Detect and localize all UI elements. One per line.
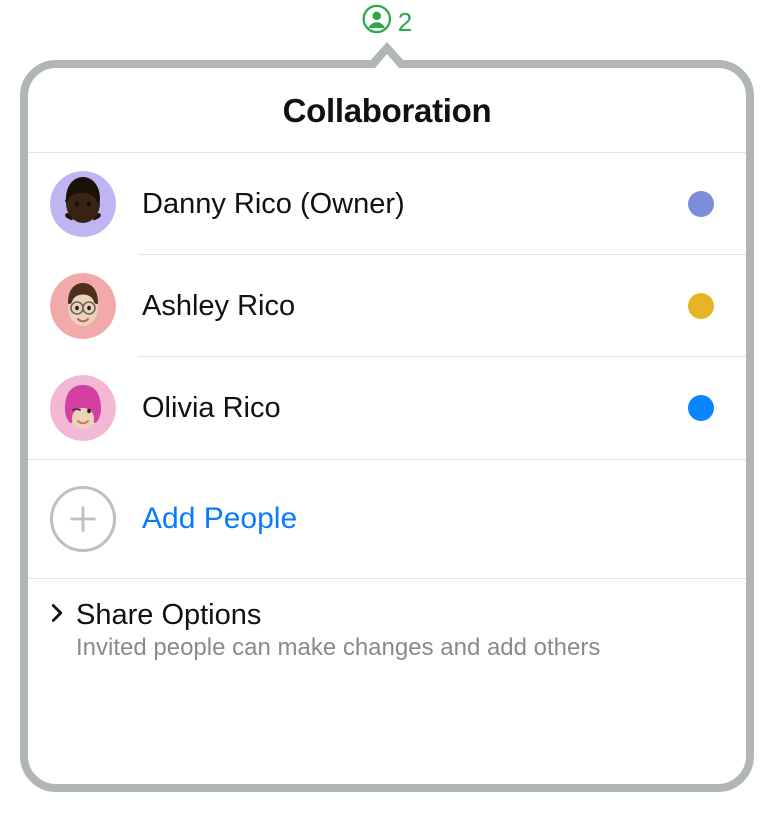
plus-icon [50,486,116,552]
avatar [50,273,116,339]
collaborator-row[interactable]: Ashley Rico [28,255,746,357]
collaborator-name: Ashley Rico [142,290,688,323]
presence-dot [688,395,714,421]
collaborator-row[interactable]: Olivia Rico [28,357,746,460]
share-options-title: Share Options [76,599,600,632]
share-options-subtitle: Invited people can make changes and add … [76,634,600,662]
collaborator-name: Olivia Rico [142,392,688,425]
avatar [50,375,116,441]
memoji-icon [50,273,116,339]
add-people-button[interactable]: Add People [28,460,746,579]
avatar [50,171,116,237]
add-people-label: Add People [142,502,297,536]
presence-dot [688,191,714,217]
collaborator-name: Danny Rico (Owner) [142,188,688,221]
collaborator-list: Danny Rico (Owner) Ashley Rico [28,153,746,460]
presence-dot [688,293,714,319]
collaborator-count: 2 [398,7,412,38]
share-options-button[interactable]: Share Options Invited people can make ch… [28,579,746,682]
memoji-icon [50,171,116,237]
chevron-right-icon [50,603,68,629]
people-icon [362,4,392,41]
popover-header: Collaboration [28,74,746,153]
collaborator-row[interactable]: Danny Rico (Owner) [28,153,746,255]
popover-title: Collaboration [28,92,746,130]
collaboration-popover: Collaboration Danny Rico (Owner) [20,60,754,792]
collaborator-count-badge[interactable]: 2 [362,4,412,41]
memoji-icon [50,375,116,441]
